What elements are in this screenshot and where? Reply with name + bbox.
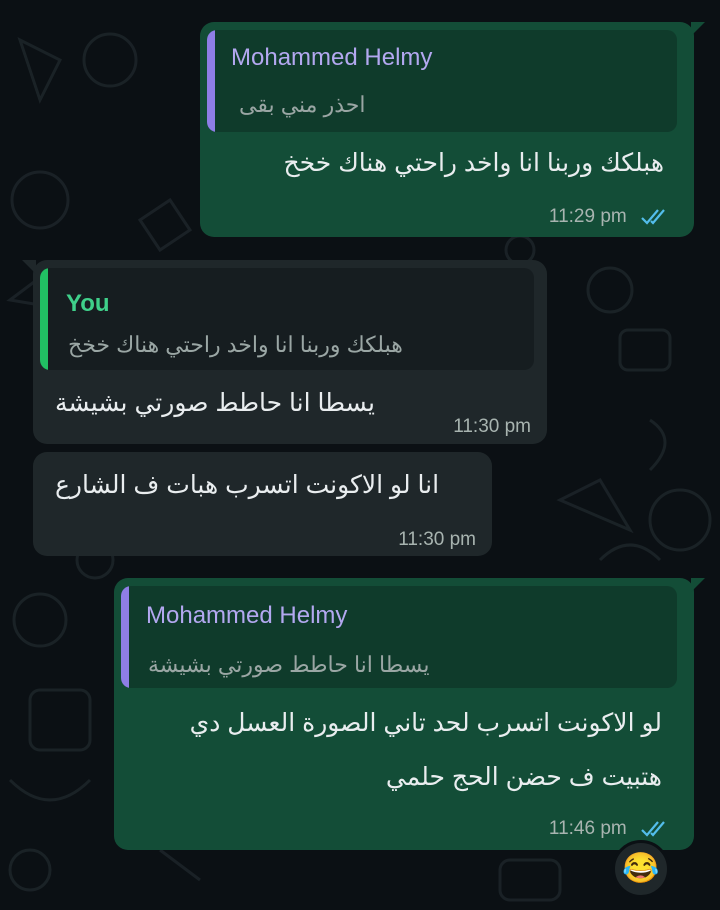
message-line: انا لو الاكونت اتسرب هبات ف الشارع	[55, 471, 440, 499]
message-meta: 11:29 pm	[549, 206, 670, 228]
reaction-badge[interactable]: 😂	[612, 840, 670, 898]
message-text: هبلكك وربنا انا واخد راحتي هناك خخخ	[284, 136, 664, 190]
message-line: لو الاكونت اتسرب لحد تاني الصورة العسل د…	[189, 709, 662, 737]
message-bubble-outgoing[interactable]: Mohammed Helmy يسطا انا حاطط صورتي بشيشة…	[114, 578, 705, 850]
message-meta: 11:30 pm	[398, 529, 476, 551]
quote-bar	[207, 30, 215, 132]
quoted-text: يسطا انا حاطط صورتي بشيشة	[148, 652, 430, 677]
message-line: هتبيت ف حضن الحج حلمي	[385, 763, 662, 791]
message-text: يسطا انا حاطط صورتي بشيشة	[55, 376, 375, 430]
double-check-read-icon	[641, 821, 665, 837]
bubble-tail	[691, 578, 705, 592]
quoted-sender-name: Mohammed Helmy	[146, 602, 348, 629]
message-line: يسطا انا حاطط صورتي بشيشة	[55, 389, 375, 417]
quote-bar	[121, 586, 129, 688]
tears-of-joy-emoji-icon: 😂	[622, 852, 660, 885]
message-text: انا لو الاكونت اتسرب هبات ف الشارع	[55, 458, 439, 512]
quoted-sender-name: Mohammed Helmy	[231, 44, 433, 71]
quoted-message[interactable]: You هبلكك وربنا انا واخد راحتي هناك خخخ	[40, 268, 534, 370]
quoted-message[interactable]: Mohammed Helmy يسطا انا حاطط صورتي بشيشة	[121, 586, 677, 688]
quoted-text: احذر مني بقى	[239, 92, 366, 117]
bubble-tail	[691, 22, 705, 36]
message-meta: 11:46 pm	[549, 818, 670, 840]
quoted-text: هبلكك وربنا انا واخد راحتي هناك خخخ	[68, 332, 403, 357]
message-bubble-incoming[interactable]: انا لو الاكونت اتسرب هبات ف الشارع 11:30…	[33, 452, 492, 556]
message-meta: 11:30 pm	[453, 416, 531, 438]
message-time: 11:30 pm	[398, 529, 476, 550]
message-time: 11:46 pm	[548, 818, 627, 839]
bubble-tail	[22, 260, 36, 274]
message-time: 11:29 pm	[548, 206, 627, 227]
quote-bar	[40, 268, 48, 370]
double-check-read-icon	[641, 209, 665, 225]
message-text: لو الاكونت اتسرب لحد تاني الصورة العسل د…	[190, 696, 662, 804]
message-line: هبلكك وربنا انا واخد راحتي هناك خخخ	[283, 149, 664, 177]
message-bubble-incoming[interactable]: You هبلكك وربنا انا واخد راحتي هناك خخخ …	[22, 260, 547, 444]
quoted-message[interactable]: Mohammed Helmy احذر مني بقى	[207, 30, 677, 132]
message-time: 11:30 pm	[453, 416, 531, 437]
quoted-sender-name: You	[66, 290, 110, 317]
message-bubble-outgoing[interactable]: Mohammed Helmy احذر مني بقى هبلكك وربنا …	[200, 22, 705, 237]
